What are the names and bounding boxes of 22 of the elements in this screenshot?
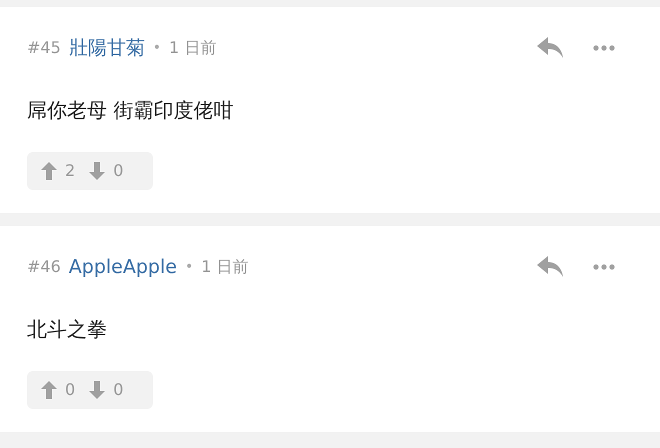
author-link[interactable]: AppleApple (68, 252, 177, 282)
reply-button[interactable] (537, 37, 563, 59)
comment-number: #45 (27, 37, 61, 59)
upvote-button[interactable]: 0 (41, 378, 76, 402)
comment-text: 北斗之拳 (27, 316, 108, 343)
timestamp: 1 日前 (201, 256, 248, 278)
timestamp: 1 日前 (169, 37, 216, 59)
downvote-button[interactable]: 0 (89, 378, 124, 402)
more-button[interactable] (593, 264, 615, 270)
down-arrow-icon (89, 162, 106, 180)
upvote-button[interactable]: 2 (41, 159, 76, 183)
more-button[interactable] (593, 45, 615, 51)
comment-text: 屌你老母 街霸印度佬咁 (27, 97, 234, 124)
downvote-button[interactable]: 0 (89, 159, 124, 183)
separator-dot: • (152, 38, 162, 58)
author-link[interactable]: 壯陽甘菊 (68, 34, 145, 62)
comment-number: #46 (27, 256, 61, 278)
separator-dot: • (184, 258, 194, 276)
up-arrow-icon (41, 162, 57, 180)
up-arrow-icon (41, 381, 57, 399)
reply-button[interactable] (537, 256, 563, 278)
down-arrow-icon (89, 381, 106, 399)
